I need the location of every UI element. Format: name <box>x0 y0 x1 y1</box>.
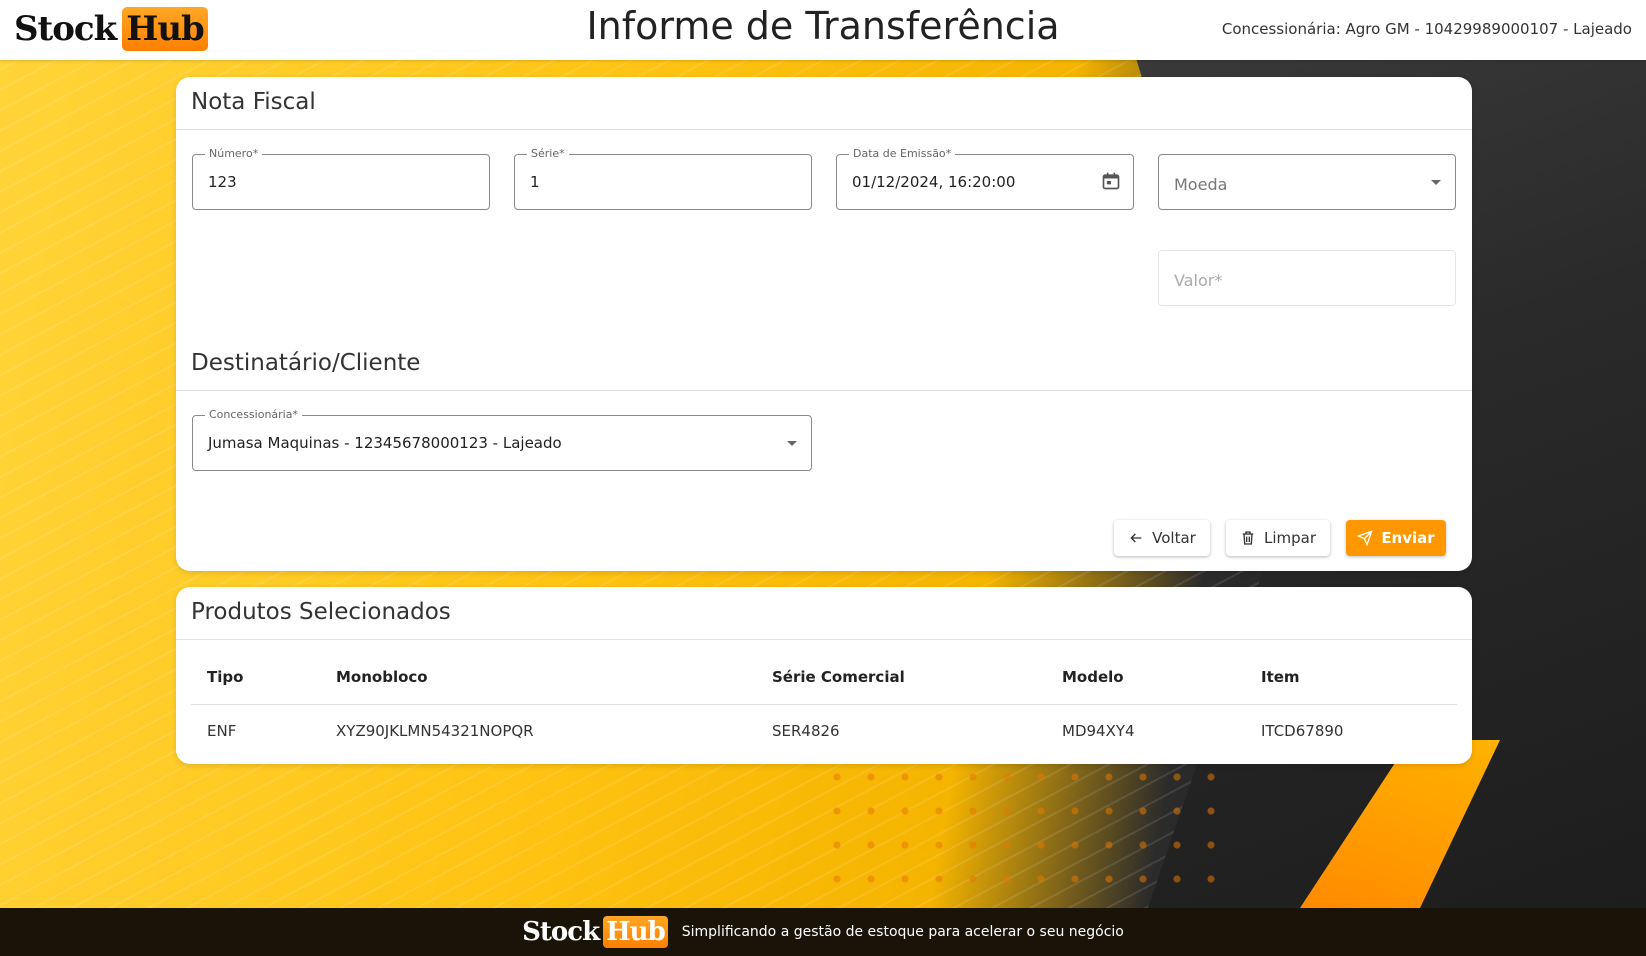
footer: Stock Hub Simplificando a gestão de esto… <box>0 908 1646 956</box>
column-header-monobloco: Monobloco <box>336 668 428 686</box>
background-dots <box>820 760 1240 900</box>
chevron-down-icon <box>787 441 797 446</box>
column-header-modelo: Modelo <box>1062 668 1124 686</box>
calendar-icon[interactable] <box>1101 171 1121 191</box>
produtos-card: Produtos Selecionados Tipo Monobloco Sér… <box>176 587 1472 764</box>
data-emissao-field[interactable]: Data de Emissão* 01/12/2024, 16:20:00 <box>836 147 1134 210</box>
nota-fiscal-card: Nota Fiscal Número* 123 Série* 1 Data de… <box>176 77 1472 571</box>
column-header-tipo: Tipo <box>207 668 244 686</box>
voltar-label: Voltar <box>1152 529 1196 547</box>
enviar-label: Enviar <box>1381 529 1435 547</box>
table-header-divider <box>191 704 1457 705</box>
send-icon <box>1357 530 1374 546</box>
divider <box>176 129 1472 130</box>
nota-fiscal-title: Nota Fiscal <box>191 89 316 115</box>
data-emissao-value: 01/12/2024, 16:20:00 <box>852 173 1016 191</box>
valor-placeholder: Valor* <box>1174 271 1223 290</box>
concessionaria-value: Jumasa Maquinas - 12345678000123 - Lajea… <box>208 434 562 452</box>
numero-label: Número* <box>205 147 263 160</box>
chevron-down-icon <box>1431 180 1441 185</box>
cell-modelo: MD94XY4 <box>1062 722 1135 740</box>
moeda-placeholder: Moeda <box>1174 175 1228 194</box>
concessionaria-label: Concessionária* <box>205 408 302 421</box>
produtos-title: Produtos Selecionados <box>191 599 451 625</box>
cell-serie-comercial: SER4826 <box>772 722 840 740</box>
destinatario-title: Destinatário/Cliente <box>191 350 421 376</box>
footer-tagline: Simplificando a gestão de estoque para a… <box>681 924 1124 940</box>
serie-field[interactable]: Série* 1 <box>514 147 812 210</box>
enviar-button[interactable]: Enviar <box>1346 520 1446 556</box>
voltar-button[interactable]: Voltar <box>1114 520 1210 556</box>
valor-field: Valor* <box>1158 250 1456 306</box>
cell-item: ITCD67890 <box>1261 722 1344 740</box>
dealer-info: Concessionária: Agro GM - 10429989000107… <box>1221 20 1632 38</box>
numero-field[interactable]: Número* 123 <box>192 147 490 210</box>
footer-logo: Stock Hub <box>522 916 668 948</box>
limpar-label: Limpar <box>1263 529 1317 547</box>
column-header-item: Item <box>1261 668 1300 686</box>
top-header: Stock Hub Informe de Transferência Conce… <box>0 0 1646 60</box>
footer-logo-hub: Hub <box>603 916 668 948</box>
footer-logo-stock: Stock <box>522 917 600 947</box>
column-header-serie-comercial: Série Comercial <box>772 668 905 686</box>
concessionaria-select[interactable]: Concessionária* Jumasa Maquinas - 123456… <box>192 408 812 471</box>
serie-value: 1 <box>530 173 540 191</box>
cell-monobloco: XYZ90JKLMN54321NOPQR <box>336 722 534 740</box>
arrow-left-icon <box>1130 533 1142 543</box>
divider <box>176 390 1472 391</box>
serie-label: Série* <box>527 147 569 160</box>
numero-value: 123 <box>208 173 237 191</box>
background-orange-shape <box>1300 740 1500 908</box>
divider <box>176 639 1472 640</box>
cell-tipo: ENF <box>207 722 237 740</box>
trash-icon <box>1242 531 1254 545</box>
data-emissao-label: Data de Emissão* <box>849 147 956 160</box>
moeda-select[interactable]: Moeda <box>1158 154 1456 210</box>
limpar-button[interactable]: Limpar <box>1226 520 1330 556</box>
